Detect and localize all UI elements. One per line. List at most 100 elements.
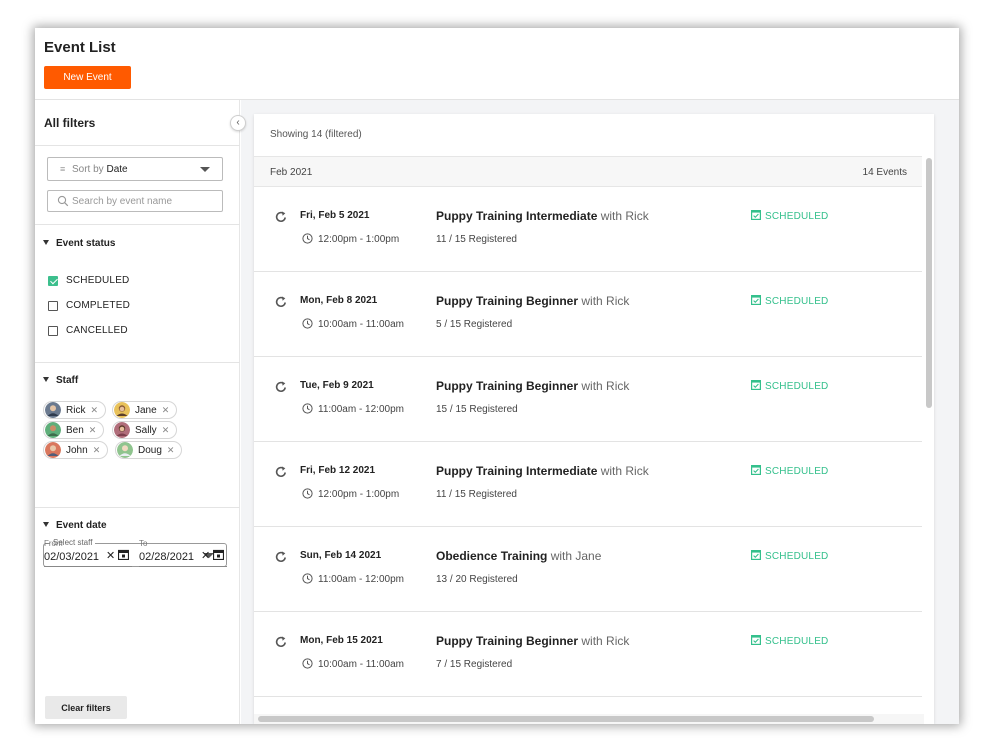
clear-filters-button[interactable]: Clear filters [45,696,127,719]
divider [35,145,240,146]
close-icon[interactable]: ✕ [89,425,97,435]
status-badge: SCHEDULED [751,294,828,307]
calendar-check-icon [751,635,761,645]
chevron-left-icon: ‹ [236,117,240,128]
staff-chip-rick[interactable]: Rick ✕ [43,401,106,419]
collapse-sidebar-button[interactable]: ‹ [230,115,246,131]
staff-heading: Staff [56,375,79,386]
event-registered: 7 / 15 Registered [436,659,513,670]
event-registered: 11 / 15 Registered [436,234,517,245]
sort-icon: ≡ [60,164,66,174]
event-row[interactable]: Mon, Feb 15 2021 10:00am - 11:00am Puppy… [254,612,922,697]
event-time: 12:00pm - 1:00pm [318,489,400,500]
event-time: 12:00pm - 1:00pm [318,234,400,245]
clock-icon [302,403,313,414]
staff-chip-john[interactable]: John ✕ [43,441,109,459]
event-row[interactable]: Mon, Feb 8 2021 10:00am - 11:00am Puppy … [254,272,922,357]
event-status-toggle[interactable]: Event status [43,238,115,249]
staff-chip-label: Sally [135,425,157,436]
event-time: 11:00am - 12:00pm [318,574,404,585]
event-date: Mon, Feb 8 2021 [300,295,378,306]
event-registered: 5 / 15 Registered [436,319,513,330]
event-time: 11:00am - 12:00pm [318,404,404,415]
event-date-toggle[interactable]: Event date [43,520,107,531]
event-name: Puppy Training Beginner [436,379,579,393]
clear-icon[interactable]: ✕ [201,549,210,562]
close-icon[interactable]: ✕ [90,405,98,415]
caret-down-icon [43,522,49,527]
event-search-input[interactable] [72,193,217,209]
event-instructor: with Rick [581,379,630,393]
status-text: SCHEDULED [765,296,829,307]
event-title[interactable]: Puppy Training Beginner with Rick [436,294,629,308]
staff-chip-sally[interactable]: Sally ✕ [112,421,178,439]
event-title[interactable]: Puppy Training Intermediate with Rick [436,464,649,478]
calendar-check-icon [751,550,761,560]
date-to-field[interactable]: To 02/28/2021 ✕ [139,539,227,567]
horizontal-scrollbar[interactable] [254,714,924,724]
event-date: Fri, Feb 12 2021 [300,465,376,476]
recurring-icon [275,211,286,222]
staff-chip-jane[interactable]: Jane ✕ [112,401,178,419]
staff-chip-ben[interactable]: Ben ✕ [43,421,105,439]
event-title[interactable]: Puppy Training Intermediate with Rick [436,209,649,223]
staff-chip-doug[interactable]: Doug ✕ [115,441,183,459]
staff-chip-label: Ben [66,425,84,436]
recurring-icon [275,296,286,307]
checkbox-unchecked[interactable] [48,301,58,311]
checkbox-checked[interactable] [48,276,58,286]
event-row[interactable]: Fri, Feb 5 2021 12:00pm - 1:00pm Puppy T… [254,187,922,272]
event-row[interactable]: Sun, Feb 14 2021 11:00am - 12:00pm Obedi… [254,527,922,612]
event-date: Tue, Feb 9 2021 [300,380,374,391]
sort-dropdown[interactable]: ≡ Sort by Date [47,157,223,181]
scrollbar-thumb[interactable] [258,716,874,722]
calendar-icon[interactable] [213,549,224,560]
event-search-box[interactable] [47,190,223,212]
event-time: 10:00am - 11:00am [318,659,404,670]
new-event-button[interactable]: New Event [44,66,131,89]
staff-chip-label: Jane [135,405,157,416]
event-title[interactable]: Puppy Training Beginner with Rick [436,634,629,648]
event-registered: 13 / 20 Registered [436,574,518,585]
calendar-check-icon [751,380,761,390]
event-date: Mon, Feb 15 2021 [300,635,383,646]
close-icon[interactable]: ✕ [162,425,170,435]
close-icon[interactable]: ✕ [162,405,170,415]
search-icon [57,195,69,207]
event-title[interactable]: Obedience Training with Jane [436,549,601,563]
recurring-icon [275,636,286,647]
checkbox-unchecked[interactable] [48,326,58,336]
month-label: Feb 2021 [270,167,313,178]
sort-prefix: Sort by [72,164,104,175]
calendar-icon[interactable] [118,549,129,560]
caret-down-icon [43,240,49,245]
clock-icon [302,233,313,244]
close-icon[interactable]: ✕ [93,445,101,455]
scrollbar-thumb[interactable] [926,158,932,408]
status-badge: SCHEDULED [751,549,828,562]
date-from-label: From [44,539,63,548]
caret-down-icon [43,377,49,382]
close-icon[interactable]: ✕ [167,445,175,455]
staff-toggle[interactable]: Staff [43,375,78,386]
staff-chip-label: John [66,445,88,456]
event-instructor: with Jane [550,549,602,563]
event-title[interactable]: Puppy Training Beginner with Rick [436,379,629,393]
staff-chip-label: Rick [66,405,86,416]
status-text: SCHEDULED [765,211,829,222]
date-from-field[interactable]: From 02/03/2021 ✕ [44,539,132,567]
vertical-scrollbar[interactable] [924,156,934,716]
event-row[interactable]: Tue, Feb 9 2021 11:00am - 12:00pm Puppy … [254,357,922,442]
calendar-check-icon [751,295,761,305]
status-badge: SCHEDULED [751,379,828,392]
clear-icon[interactable]: ✕ [106,549,115,562]
avatar [45,422,61,438]
date-from-value: 02/03/2021 [44,551,100,563]
calendar-check-icon [751,465,761,475]
recurring-icon [275,466,286,477]
page-title: Event List [44,39,116,56]
status-option-label: CANCELLED [66,325,128,336]
event-row[interactable]: Fri, Feb 12 2021 12:00pm - 1:00pm Puppy … [254,442,922,527]
status-text: SCHEDULED [765,381,829,392]
avatar [114,402,130,418]
